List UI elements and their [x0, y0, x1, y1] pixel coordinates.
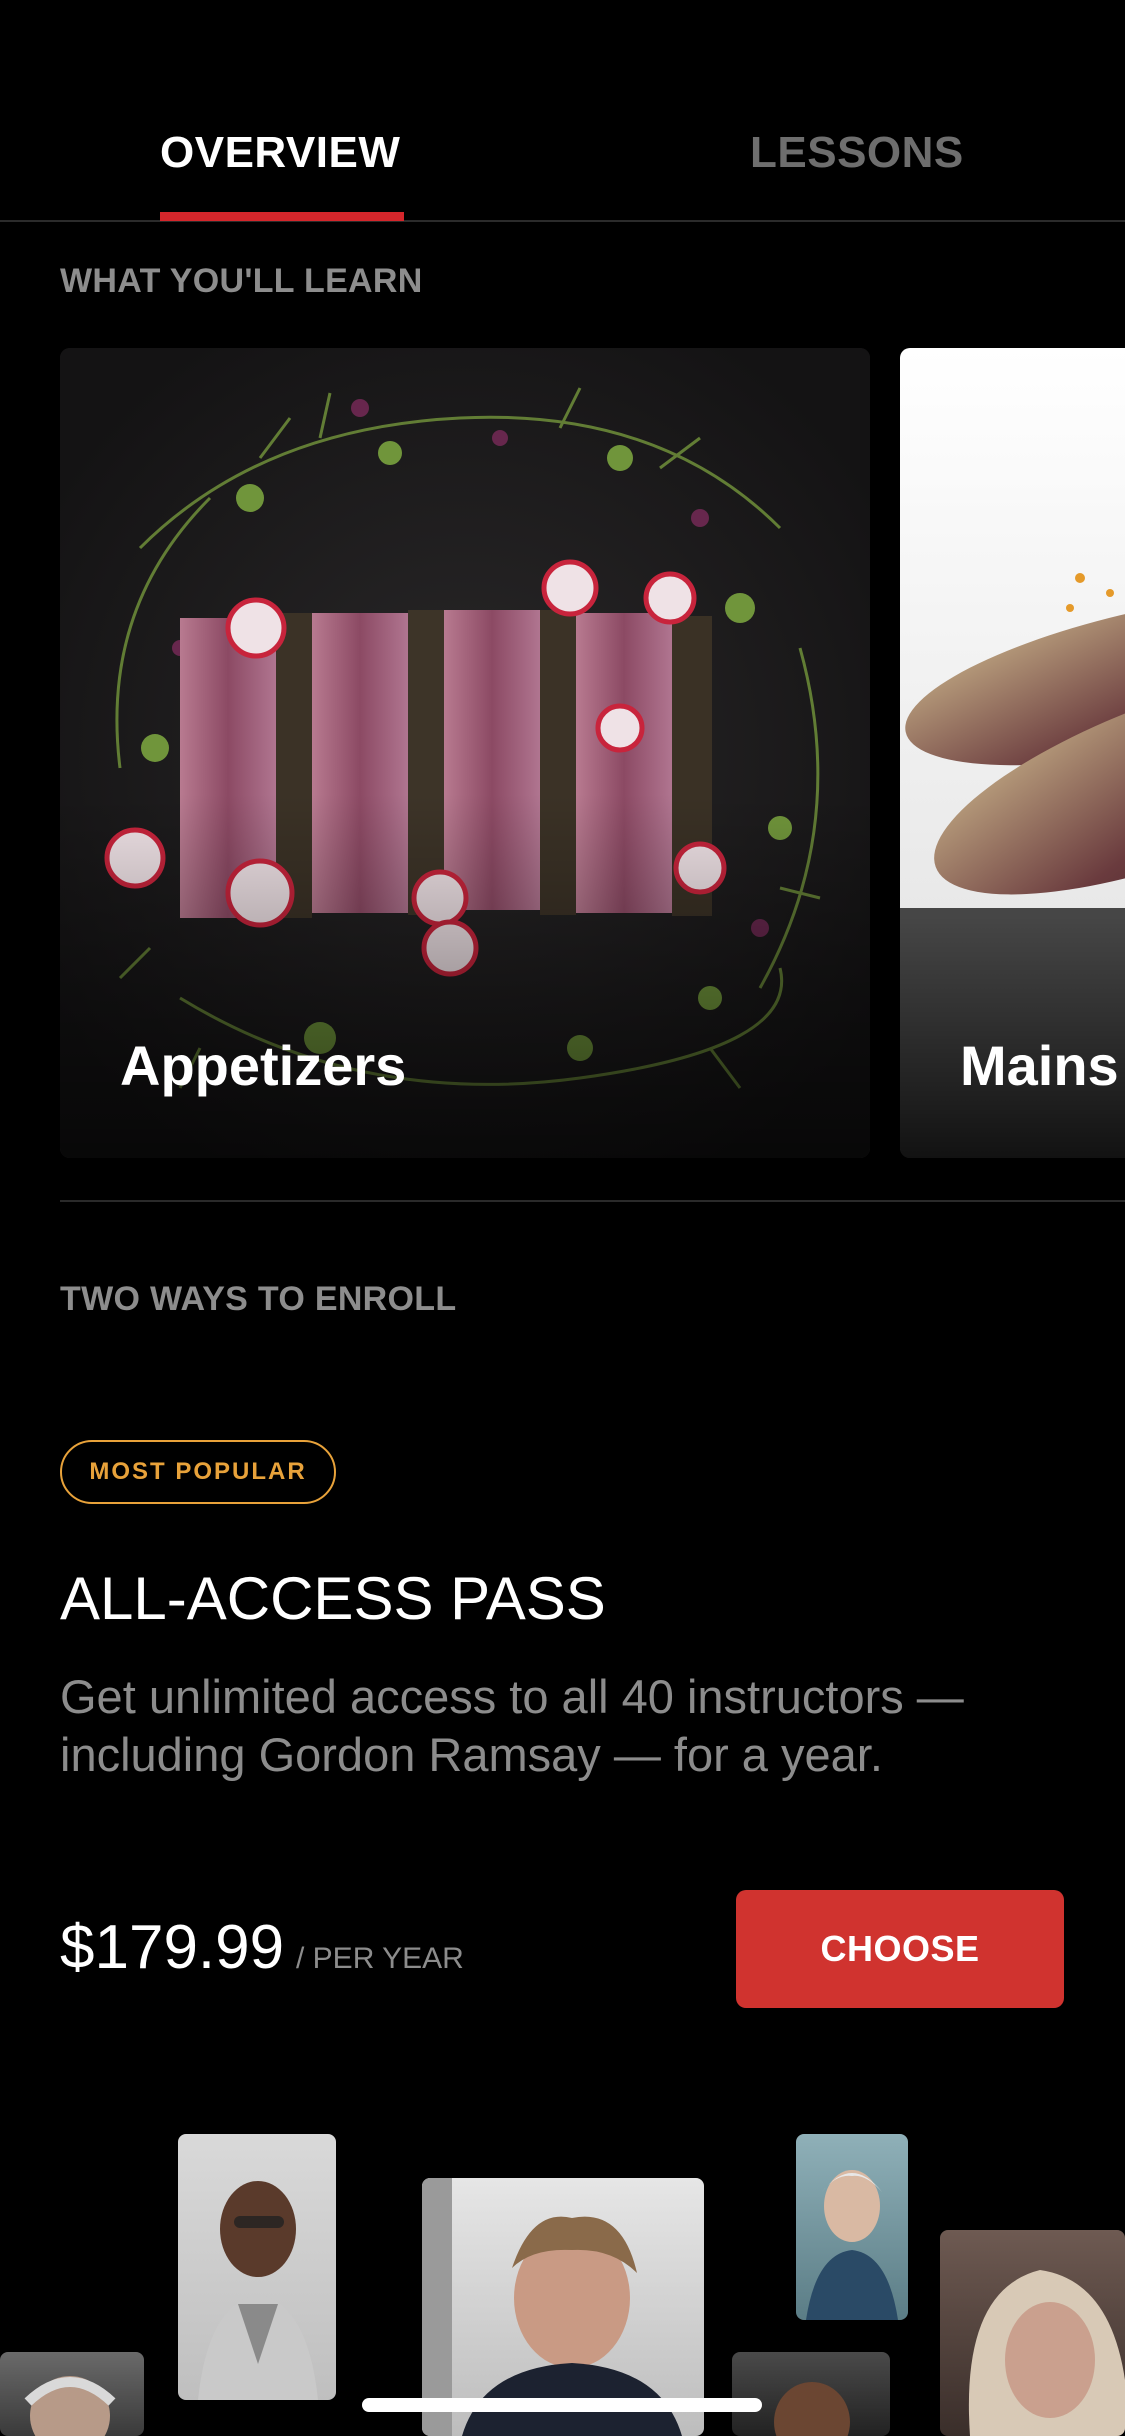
card-mains[interactable]: Mains [900, 348, 1125, 1158]
choose-button[interactable]: CHOOSE [736, 1890, 1064, 2008]
instructor-portrait-icon [24, 2376, 116, 2436]
card-appetizers[interactable]: Appetizers [60, 348, 870, 1158]
instructor-photo [0, 2352, 144, 2436]
active-tab-indicator [160, 212, 404, 221]
enroll-section-heading: TWO WAYS TO ENROLL [60, 1280, 457, 1318]
plan-price: $179.99 [60, 1913, 285, 1982]
plan-title: ALL-ACCESS PASS [60, 1565, 606, 1632]
card-appetizers-label: Appetizers [120, 1034, 407, 1097]
plan-description: Get unlimited access to all 40 instructo… [60, 1670, 964, 1781]
instructor-portrait-icon [968, 2270, 1125, 2436]
instructor-photo [178, 2134, 336, 2400]
instructor-photo [940, 2230, 1125, 2436]
section-divider [60, 1200, 1125, 1202]
instructor-photo [732, 2352, 890, 2436]
most-popular-badge: MOST POPULAR [60, 1440, 336, 1504]
home-indicator[interactable] [362, 2398, 762, 2412]
tab-lessons[interactable]: LESSONS [750, 128, 964, 178]
instructor-portrait-icon [774, 2382, 850, 2436]
tab-bar: OVERVIEW LESSONS [0, 0, 1125, 222]
card-mains-label: Mains [960, 1034, 1119, 1097]
instructor-portrait-icon [806, 2170, 898, 2320]
instructor-portrait-icon [198, 2181, 318, 2400]
learn-section-heading: WHAT YOU'LL LEARN [60, 262, 423, 300]
instructor-photo [796, 2134, 908, 2320]
price-period: / PER YEAR [296, 1942, 464, 1975]
tab-overview[interactable]: OVERVIEW [160, 128, 400, 178]
learn-carousel[interactable]: Appetizers Mains [60, 348, 1125, 1158]
